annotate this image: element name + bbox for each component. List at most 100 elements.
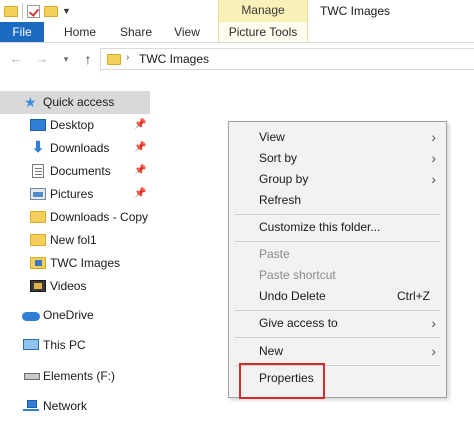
folder-icon [107, 54, 121, 65]
nav-item-onedrive[interactable]: OneDrive [0, 304, 150, 327]
nav-item-label: Downloads - Copy [50, 210, 149, 224]
back-arrow-icon[interactable]: ← [8, 50, 24, 68]
tab-view[interactable]: View [164, 22, 210, 42]
menu-item-customize-folder[interactable]: Customize this folder... [229, 217, 446, 238]
recent-locations-icon[interactable]: ▾ [58, 50, 74, 68]
customize-toolbar-dropdown-icon[interactable]: ▼ [62, 2, 71, 20]
keyboard-shortcut: Ctrl+Z [397, 289, 430, 303]
nav-item-pictures[interactable]: Pictures 📌 [0, 183, 150, 206]
nav-item-documents[interactable]: Documents 📌 [0, 160, 150, 183]
divider [22, 3, 23, 19]
quick-access-toolbar: ▼ [4, 2, 71, 20]
nav-item-label: Downloads [50, 141, 110, 155]
folder-icon [30, 211, 46, 223]
menu-item-label: Paste [259, 247, 290, 261]
videos-icon [30, 280, 46, 292]
download-icon: ⬇ [31, 139, 45, 156]
nav-item-label: This PC [43, 338, 86, 352]
ribbon-tabs: File Home Share View Picture Tools [0, 22, 474, 43]
nav-item-label: OneDrive [43, 308, 94, 322]
menu-item-label: Sort by [259, 151, 298, 165]
pictures-icon [30, 188, 46, 200]
menu-item-label: Customize this folder... [259, 220, 381, 234]
nav-item-elements-drive[interactable]: Elements (F:) [0, 365, 150, 388]
chevron-right-icon[interactable]: › [126, 52, 129, 63]
nav-item-label: Pictures [50, 187, 94, 201]
menu-item-give-access[interactable]: Give access to › [229, 313, 446, 334]
nav-item-label: Videos [50, 279, 87, 293]
folder-icon [30, 234, 46, 246]
nav-item-downloads[interactable]: ⬇ Downloads 📌 [0, 137, 150, 160]
window-title: TWC Images [320, 4, 391, 18]
cloud-icon [22, 312, 40, 321]
pin-icon: 📌 [134, 142, 147, 153]
menu-item-label: Refresh [259, 193, 302, 207]
network-icon [23, 400, 39, 412]
up-arrow-icon[interactable]: ↑ [80, 50, 96, 68]
menu-item-group-by[interactable]: Group by › [229, 169, 446, 190]
breadcrumb-segment[interactable]: TWC Images [139, 52, 209, 66]
documents-icon [32, 164, 44, 178]
tab-share[interactable]: Share [112, 22, 160, 42]
image-folder-icon [30, 257, 46, 269]
navigation-pane: ★ Quick access Desktop 📌 ⬇ Downloads 📌 D… [0, 80, 150, 438]
nav-item-network[interactable]: Network [0, 395, 150, 418]
nav-item-quick-access[interactable]: ★ Quick access [0, 91, 150, 114]
properties-check-icon[interactable] [27, 4, 40, 18]
desktop-icon [30, 119, 46, 131]
pin-icon: 📌 [134, 188, 147, 199]
pc-icon [23, 339, 39, 350]
context-menu: View › Sort by › Group by › Refresh Cust… [228, 121, 447, 398]
menu-separator [235, 337, 440, 338]
nav-item-videos[interactable]: Videos [0, 275, 150, 298]
nav-item-label: Documents [50, 164, 111, 178]
chevron-right-icon: › [431, 150, 436, 166]
address-row: ← → ▾ ↑ › TWC Images [0, 44, 474, 74]
chevron-right-icon: › [431, 171, 436, 187]
star-icon: ★ [24, 94, 37, 110]
chevron-right-icon: › [431, 315, 436, 331]
menu-item-label: Paste shortcut [259, 268, 336, 282]
nav-item-twc-images[interactable]: TWC Images [0, 252, 150, 275]
nav-item-label: TWC Images [50, 256, 121, 270]
tab-picture-tools[interactable]: Picture Tools [218, 22, 308, 42]
title-bar: ▼ Manage TWC Images [0, 0, 474, 22]
nav-item-label: Elements (F:) [43, 369, 116, 383]
menu-item-sort-by[interactable]: Sort by › [229, 148, 446, 169]
manage-contextual-tab[interactable]: Manage [218, 0, 308, 22]
menu-item-label: New [259, 344, 284, 358]
nav-item-label: Quick access [43, 95, 115, 109]
forward-arrow-icon[interactable]: → [34, 50, 50, 68]
chevron-right-icon: › [431, 343, 436, 359]
drive-icon [24, 373, 40, 380]
folder-icon[interactable] [4, 5, 18, 17]
menu-item-label: Undo Delete [259, 289, 326, 303]
nav-item-downloads-copy[interactable]: Downloads - Copy [0, 206, 150, 229]
menu-separator [235, 214, 440, 215]
nav-item-this-pc[interactable]: This PC [0, 334, 150, 357]
tab-file[interactable]: File [0, 22, 44, 42]
address-bar[interactable]: › TWC Images [100, 48, 474, 70]
menu-item-paste: Paste [229, 244, 446, 265]
menu-item-label: View [259, 130, 285, 144]
nav-item-label: Network [43, 399, 88, 413]
menu-item-label: Group by [259, 172, 309, 186]
menu-item-label: Give access to [259, 316, 338, 330]
tab-home[interactable]: Home [52, 22, 108, 42]
menu-item-new[interactable]: New › [229, 341, 446, 362]
menu-item-paste-shortcut: Paste shortcut [229, 265, 446, 286]
nav-item-label: Desktop [50, 118, 95, 132]
menu-separator [235, 241, 440, 242]
highlight-box [239, 363, 325, 399]
menu-separator [235, 310, 440, 311]
menu-item-refresh[interactable]: Refresh [229, 190, 446, 211]
new-folder-icon[interactable] [44, 5, 58, 17]
menu-item-undo-delete[interactable]: Undo Delete Ctrl+Z [229, 286, 446, 307]
nav-item-desktop[interactable]: Desktop 📌 [0, 114, 150, 137]
pin-icon: 📌 [134, 165, 147, 176]
nav-item-label: New fol1 [50, 233, 97, 247]
nav-item-new-fol1[interactable]: New fol1 [0, 229, 150, 252]
menu-item-view[interactable]: View › [229, 127, 446, 148]
pin-icon: 📌 [134, 119, 147, 130]
chevron-right-icon: › [431, 129, 436, 145]
